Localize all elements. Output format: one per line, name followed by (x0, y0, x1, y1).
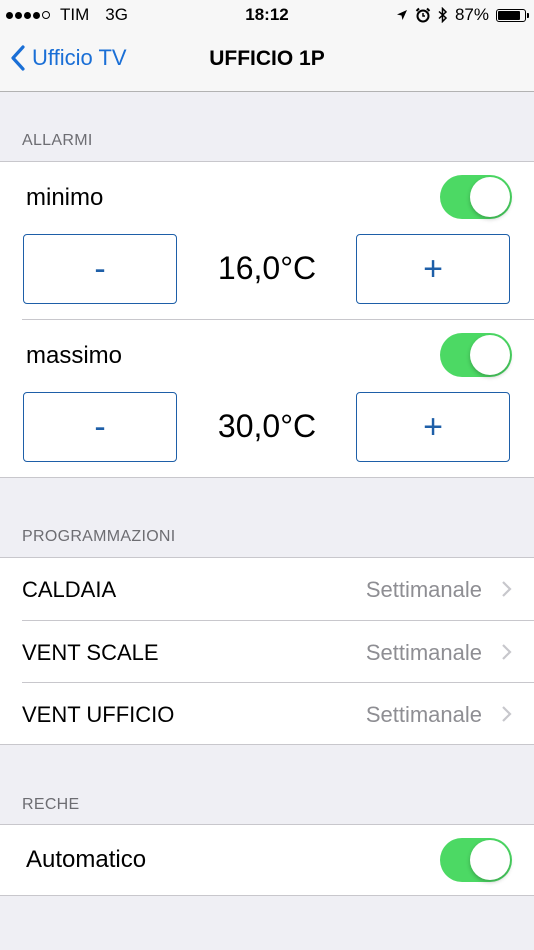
group-reche: Automatico (0, 824, 534, 896)
section-header-allarmi: ALLARMI (22, 132, 93, 149)
chevron-right-icon (502, 644, 512, 660)
battery-icon (496, 8, 529, 22)
alarm-clock-icon (415, 7, 431, 23)
toggle-knob (470, 840, 510, 880)
location-arrow-icon (396, 10, 407, 20)
massimo-value: 30,0°C (217, 408, 317, 444)
battery-percent: 87% (454, 5, 489, 24)
massimo-increase-button[interactable]: + (356, 392, 510, 462)
minimo-toggle[interactable] (440, 175, 512, 219)
minimo-increase-button[interactable]: + (356, 234, 510, 304)
program-row-value: Settimanale (365, 577, 482, 602)
program-row-vent-scale[interactable]: VENT SCALE Settimanale (0, 621, 534, 683)
bluetooth-icon (438, 7, 448, 23)
massimo-decrease-button[interactable]: - (23, 392, 177, 462)
navigation-bar: Ufficio TV UFFICIO 1P (0, 30, 534, 92)
group-programmazioni: CALDAIA Settimanale VENT SCALE Settimana… (0, 557, 534, 745)
program-row-value: Settimanale (365, 640, 482, 665)
automatico-toggle[interactable] (440, 838, 512, 882)
program-row-vent-ufficio[interactable]: VENT UFFICIO Settimanale (0, 683, 534, 745)
minimo-value: 16,0°C (217, 250, 317, 286)
chevron-right-icon (502, 581, 512, 597)
section-header-reche: RECHE (22, 796, 80, 813)
minimo-label: minimo (26, 184, 104, 211)
status-right: 87% (396, 5, 529, 25)
status-bar: TIM 3G 18:12 87% (0, 0, 534, 30)
automatico-label: Automatico (26, 846, 147, 873)
program-row-label: VENT SCALE (22, 640, 159, 665)
massimo-toggle[interactable] (440, 333, 512, 377)
toggle-knob (470, 177, 510, 217)
divider (22, 319, 534, 320)
toggle-knob (470, 335, 510, 375)
program-row-label: CALDAIA (22, 577, 117, 602)
program-row-caldaia[interactable]: CALDAIA Settimanale (0, 558, 534, 620)
chevron-right-icon (502, 706, 512, 722)
section-header-programmazioni: PROGRAMMAZIONI (22, 528, 176, 545)
minimo-decrease-button[interactable]: - (23, 234, 177, 304)
program-row-value: Settimanale (365, 702, 482, 727)
group-allarmi: minimo - 16,0°C + massimo - 30,0°C + (0, 161, 534, 478)
massimo-label: massimo (26, 342, 123, 369)
page-title: UFFICIO 1P (209, 47, 325, 70)
program-row-label: VENT UFFICIO (22, 702, 175, 727)
